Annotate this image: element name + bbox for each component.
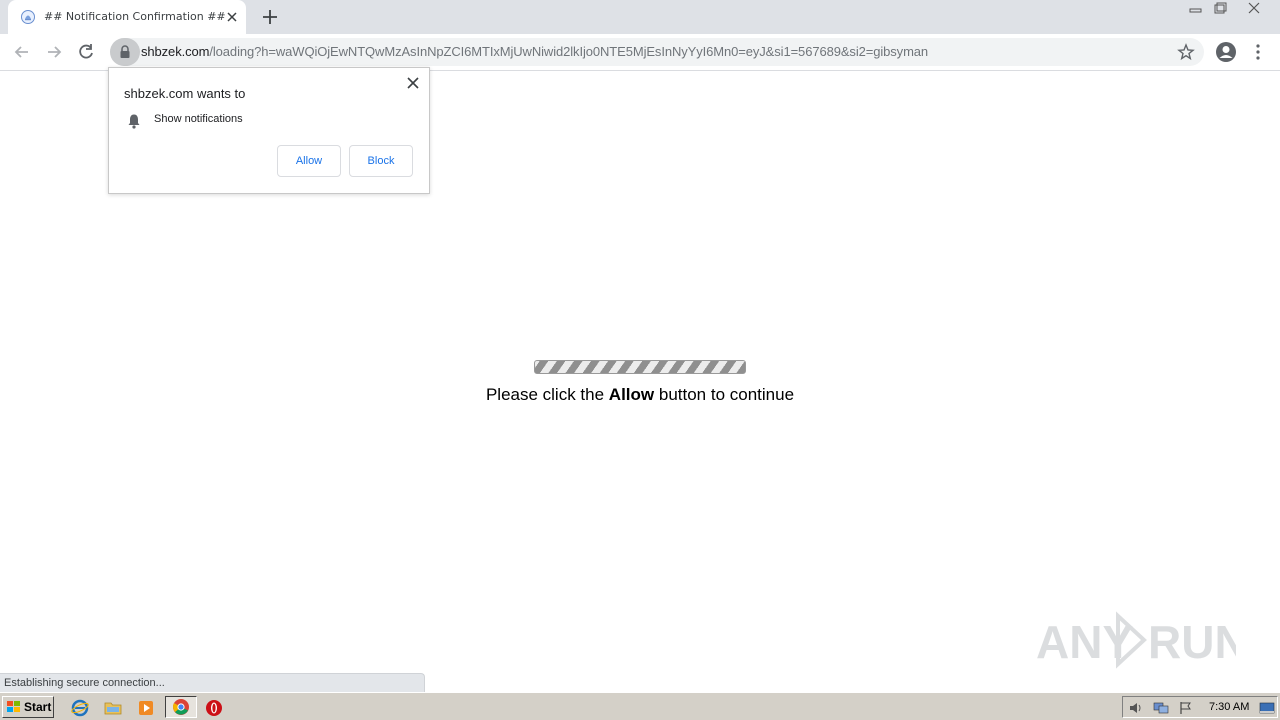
windows-logo-icon [7,701,20,712]
tab-notification-confirmation[interactable]: ## Notification Confirmation ## [8,0,246,34]
minimize-icon[interactable] [1184,0,1208,16]
flag-icon[interactable] [1178,701,1194,715]
tab-strip: ## Notification Confirmation ## [0,0,1280,34]
block-button[interactable]: Block [349,145,413,177]
forward-arrow-icon[interactable] [44,42,64,62]
media-player-icon[interactable] [137,699,155,717]
tab-close-icon[interactable] [224,9,240,25]
start-label: Start [24,700,52,714]
message-bold: Allow [608,385,655,404]
popup-title: shbzek.com wants to [124,86,246,101]
restore-icon[interactable] [1208,0,1232,16]
volume-icon[interactable] [1128,701,1144,715]
loading-progress-bar [534,360,746,374]
lock-icon [120,45,130,58]
message-before: Please click the [485,385,609,404]
chrome-taskbar-button[interactable] [165,696,197,718]
bell-icon [128,114,140,129]
ie-icon[interactable] [71,699,89,717]
permission-text: Show notifications [154,113,243,125]
star-icon[interactable] [1177,43,1195,61]
reload-icon[interactable] [76,42,96,62]
allow-instruction-message: Please click the Allow button to continu… [0,385,1280,405]
svg-text:RUN: RUN [1148,616,1236,668]
opera-icon[interactable] [205,699,223,717]
notification-permission-popup: shbzek.com wants to Show notifications A… [108,67,430,194]
site-info-button[interactable] [110,38,140,66]
url-path: /loading?h=waWQiOjEwNTQwMzAsInNpZCI6MTIx… [209,44,929,59]
start-button[interactable]: Start [2,696,54,718]
globe-bell-icon [21,10,35,24]
browser-toolbar: shbzek.com/loading?h=waWQiOjEwNTQwMzAsIn… [0,34,1280,71]
network-icon[interactable] [1153,701,1169,715]
message-after: button to continue [654,385,795,404]
clock: 7:30 AM [1209,701,1250,713]
plus-icon[interactable] [260,7,280,27]
account-icon[interactable] [1215,41,1237,63]
back-arrow-icon[interactable] [12,42,32,62]
tab-title: ## Notification Confirmation ## [44,10,226,23]
allow-button[interactable]: Allow [277,145,341,177]
kebab-menu-icon[interactable] [1250,42,1266,62]
status-bubble: Establishing secure connection... [0,673,425,692]
url-text: shbzek.com/loading?h=waWQiOjEwNTQwMzAsIn… [141,44,928,59]
folder-icon[interactable] [104,699,122,717]
system-tray: 7:30 AM [1122,696,1278,718]
close-icon[interactable] [1242,0,1266,16]
taskbar: Start 7:30 AM [0,692,1280,720]
chrome-icon [173,699,189,715]
url-host: shbzek.com [141,44,210,59]
close-icon[interactable] [406,76,420,90]
anyrun-watermark-logo: ANY RUN [1036,611,1236,669]
address-bar[interactable]: shbzek.com/loading?h=waWQiOjEwNTQwMzAsIn… [110,38,1204,66]
show-desktop-icon[interactable] [1259,701,1275,715]
